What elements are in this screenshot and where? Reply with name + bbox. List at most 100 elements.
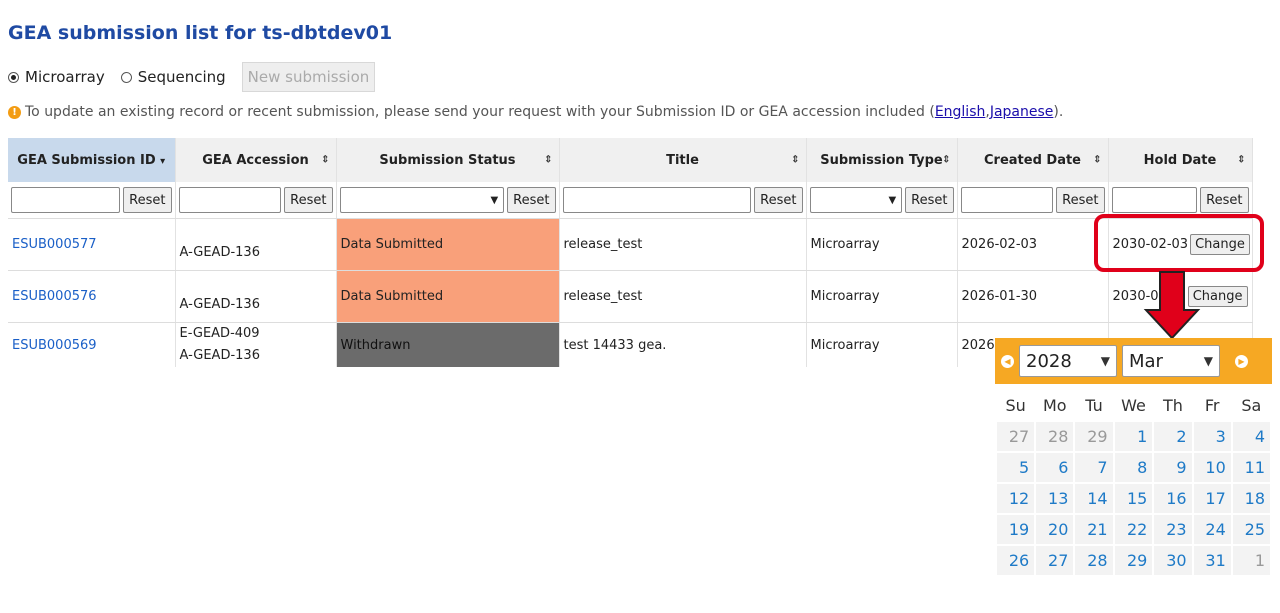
reset-button[interactable]: Reset: [1200, 187, 1249, 213]
submission-id-link[interactable]: ESUB000577: [12, 237, 97, 252]
calendar-day[interactable]: 9: [1154, 453, 1192, 482]
calendar-day[interactable]: 10: [1193, 453, 1231, 482]
column-header-accession[interactable]: GEA Accession ⇕: [175, 138, 337, 182]
calendar-day[interactable]: 19: [997, 515, 1035, 544]
column-label: Submission Status: [379, 152, 516, 168]
submission-id-link[interactable]: ESUB000576: [12, 289, 97, 304]
calendar-day[interactable]: 12: [997, 484, 1035, 513]
prev-month-icon[interactable]: ◀: [1001, 354, 1014, 368]
calendar-day[interactable]: 18: [1232, 484, 1270, 513]
reset-button[interactable]: Reset: [284, 187, 333, 213]
filter-select-type[interactable]: ▼: [809, 187, 903, 213]
reset-button[interactable]: Reset: [1056, 187, 1105, 213]
calendar-day[interactable]: 14: [1075, 484, 1113, 513]
calendar-day[interactable]: 5: [997, 453, 1035, 482]
calendar-day[interactable]: 29: [1075, 422, 1113, 451]
calendar-day[interactable]: 28: [1075, 546, 1113, 575]
new-submission-button[interactable]: New submission: [241, 62, 376, 92]
month-select[interactable]: Mar ▼: [1122, 345, 1220, 377]
weekday-label: Sa: [1241, 395, 1262, 415]
calendar-week: 19 20 21 22 23 24 25: [997, 515, 1270, 544]
weekday-label: Su: [1005, 395, 1026, 415]
sort-icon: ⇕: [321, 154, 330, 166]
accession-value: A-GEAD-136: [179, 297, 260, 312]
calendar-day[interactable]: 13: [1036, 484, 1074, 513]
sort-desc-icon: ▾: [160, 155, 166, 167]
status-cell: Data Submitted: [336, 270, 560, 323]
calendar-day[interactable]: 31: [1193, 546, 1231, 575]
next-month-icon[interactable]: ▶: [1235, 354, 1248, 368]
calendar-day[interactable]: 3: [1193, 422, 1231, 451]
calendar-day[interactable]: 16: [1154, 484, 1192, 513]
chevron-down-icon: ▼: [1100, 354, 1110, 368]
calendar-day[interactable]: 24: [1193, 515, 1231, 544]
filter-input-hold-date[interactable]: [1111, 187, 1198, 213]
calendar-day[interactable]: 26: [997, 546, 1035, 575]
year-select[interactable]: 2028 ▼: [1019, 345, 1117, 377]
japanese-link[interactable]: Japanese: [990, 104, 1054, 120]
reset-button[interactable]: Reset: [905, 187, 954, 213]
column-header-hold-date[interactable]: Hold Date ⇕: [1108, 138, 1253, 182]
calendar-day[interactable]: 17: [1193, 484, 1231, 513]
column-header-submission-id[interactable]: GEA Submission ID ▾: [8, 138, 176, 182]
submission-id-link[interactable]: ESUB000569: [12, 338, 97, 353]
calendar-day[interactable]: 29: [1114, 546, 1153, 575]
calendar-day[interactable]: 27: [1036, 546, 1074, 575]
english-link[interactable]: English: [935, 104, 986, 120]
microarray-radio[interactable]: Microarray: [8, 68, 105, 86]
calendar-day[interactable]: 22: [1114, 515, 1153, 544]
calendar-day[interactable]: 15: [1114, 484, 1153, 513]
calendar-day[interactable]: 2: [1154, 422, 1192, 451]
calendar-week: 26 27 28 29 30 31 1: [997, 546, 1270, 575]
title-cell: release_test: [559, 218, 807, 271]
title-cell: test 14433 gea.: [559, 322, 807, 367]
calendar-day[interactable]: 27: [997, 422, 1035, 451]
mode-selector: Microarray Sequencing New submission: [8, 62, 376, 92]
radio-unselected-icon: [120, 71, 132, 83]
title-cell: release_test: [559, 270, 807, 323]
column-label: GEA Accession: [202, 152, 309, 168]
accession-value: A-GEAD-136: [179, 348, 260, 363]
calendar-day[interactable]: 7: [1075, 453, 1113, 482]
reset-button[interactable]: Reset: [507, 187, 556, 213]
calendar-day[interactable]: 21: [1075, 515, 1113, 544]
filter-row: Reset Reset ▼ Reset Reset ▼ Reset Reset Re…: [8, 182, 1253, 219]
calendar-day[interactable]: 8: [1114, 453, 1153, 482]
calendar-day[interactable]: 11: [1232, 453, 1270, 482]
calendar-day[interactable]: 4: [1232, 422, 1270, 451]
chevron-down-icon: ▼: [1203, 354, 1213, 368]
sequencing-radio[interactable]: Sequencing: [120, 68, 226, 86]
filter-input-submission-id[interactable]: [11, 187, 121, 213]
calendar-day[interactable]: 6: [1036, 453, 1074, 482]
weekday-label: Fr: [1204, 395, 1220, 415]
calendar-day[interactable]: 1: [1232, 546, 1270, 575]
calendar-day[interactable]: 30: [1154, 546, 1192, 575]
column-label: GEA Submission ID: [17, 152, 156, 168]
column-header-type[interactable]: Submission Type ⇕: [806, 138, 958, 182]
calendar-grid: Su Mo Tu We Th Fr Sa 27 28 29 1 2 3 4 5 6 7 8 9 10 11…: [995, 388, 1272, 577]
column-header-title[interactable]: Title ⇕: [559, 138, 807, 182]
table-row: ESUB000576 A-GEAD-136 Data Submitted rel…: [8, 270, 1253, 323]
calendar-day[interactable]: 28: [1036, 422, 1074, 451]
column-label: Submission Type: [820, 152, 943, 168]
sort-icon: ⇕: [1237, 154, 1246, 166]
calendar-week: 12 13 14 15 16 17 18: [997, 484, 1270, 513]
calendar-week: 5 6 7 8 9 10 11: [997, 453, 1270, 482]
weekday-row: Su Mo Tu We Th Fr Sa: [997, 390, 1270, 420]
calendar-day[interactable]: 25: [1232, 515, 1270, 544]
column-header-created-date[interactable]: Created Date ⇕: [957, 138, 1109, 182]
filter-input-created-date[interactable]: [960, 187, 1054, 213]
sort-icon: ⇕: [1093, 154, 1102, 166]
reset-button[interactable]: Reset: [123, 187, 172, 213]
filter-input-accession[interactable]: [178, 187, 282, 213]
table-row: ESUB000577 A-GEAD-136 Data Submitted rel…: [8, 218, 1253, 271]
filter-input-title[interactable]: [562, 187, 752, 213]
status-cell: Data Submitted: [336, 218, 560, 271]
filter-select-status[interactable]: ▼: [339, 187, 505, 213]
down-arrow-icon: [1143, 271, 1201, 340]
reset-button[interactable]: Reset: [754, 187, 803, 213]
calendar-day[interactable]: 1: [1114, 422, 1153, 451]
calendar-day[interactable]: 20: [1036, 515, 1074, 544]
calendar-day[interactable]: 23: [1154, 515, 1192, 544]
column-header-status[interactable]: Submission Status ⇕: [336, 138, 560, 182]
